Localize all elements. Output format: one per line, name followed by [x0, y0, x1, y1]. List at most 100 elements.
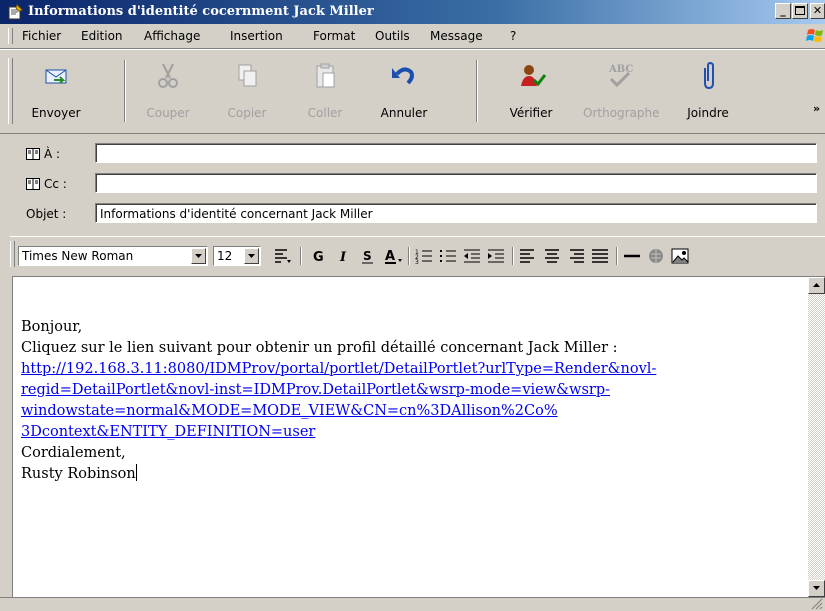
address-book-icon — [26, 178, 40, 190]
copy-button[interactable]: Copier — [210, 56, 284, 126]
send-icon — [45, 69, 67, 84]
minimize-button[interactable]: _ — [775, 3, 791, 19]
svg-text:A: A — [385, 249, 395, 264]
align-center-icon[interactable] — [542, 247, 562, 265]
toolbar-separator — [476, 60, 478, 122]
cut-button[interactable]: Couper — [131, 56, 205, 126]
scroll-up-button[interactable] — [808, 277, 825, 294]
arrow-down-icon — [813, 586, 820, 590]
toolbar-grip — [10, 241, 15, 267]
copy-icon — [238, 64, 257, 87]
scissors-icon — [158, 63, 178, 88]
font-family-value: Times New Roman — [22, 249, 134, 263]
menu-edition[interactable]: Edition — [81, 29, 123, 43]
attach-button[interactable]: Joindre — [671, 56, 745, 126]
insert-link-icon[interactable] — [646, 247, 666, 265]
new-message-icon — [8, 4, 23, 20]
windows-logo-icon — [806, 29, 823, 42]
undo-icon — [392, 67, 414, 85]
toolbar-separator — [124, 60, 126, 122]
menu-message[interactable]: Message — [430, 29, 483, 43]
text-cursor — [135, 464, 137, 481]
signature-line: Rusty Robinson — [21, 464, 791, 485]
horizontal-line-icon[interactable] — [622, 247, 642, 265]
toolbar-grip — [8, 58, 13, 124]
undo-button[interactable]: Annuler — [367, 56, 441, 126]
align-left-icon[interactable] — [518, 247, 538, 265]
menu-grip — [8, 28, 13, 44]
paste-label: Coller — [307, 106, 343, 120]
undo-label: Annuler — [380, 106, 428, 120]
subject-label: Objet : — [26, 207, 67, 221]
message-body-editor[interactable]: Bonjour, Cliquez sur le lien suivant pou… — [12, 276, 825, 597]
underline-icon[interactable]: S — [358, 247, 378, 265]
menu-affichage[interactable]: Affichage — [144, 29, 200, 43]
profile-link-line-1[interactable]: http://192.168.3.11:8080/IDMProv/portal/… — [21, 359, 791, 380]
send-label: Envoyer — [31, 106, 81, 120]
svg-text:3: 3 — [415, 259, 419, 265]
align-right-icon[interactable] — [566, 247, 586, 265]
address-book-icon — [26, 148, 40, 160]
italic-icon[interactable]: I — [334, 247, 354, 265]
bold-icon[interactable]: G — [308, 247, 328, 265]
cc-label-button[interactable]: Cc : — [26, 177, 67, 191]
menu-format[interactable]: Format — [313, 29, 355, 43]
chevron-down-icon[interactable] — [191, 248, 206, 264]
menu-insertion[interactable]: Insertion — [230, 29, 283, 43]
to-label-button[interactable]: À : — [26, 147, 60, 161]
toolbar-separator — [616, 247, 618, 265]
attach-label: Joindre — [687, 106, 729, 120]
send-button[interactable]: Envoyer — [19, 56, 93, 126]
message-body: Bonjour, Cliquez sur le lien suivant pou… — [21, 317, 791, 485]
to-label: À : — [44, 147, 61, 161]
svg-text:G: G — [313, 250, 324, 265]
font-size-select[interactable]: 12 — [213, 246, 261, 266]
check-names-label: Vérifier — [509, 106, 553, 120]
bulleted-list-icon[interactable] — [438, 247, 458, 265]
decrease-indent-icon[interactable] — [462, 247, 482, 265]
greeting-text: Bonjour, — [21, 319, 83, 335]
spelling-label: Orthographe — [583, 106, 660, 120]
profile-link-line-4[interactable]: 3Dcontext&ENTITY_DEFINITION=user — [21, 422, 791, 443]
font-family-select[interactable]: Times New Roman — [18, 246, 208, 266]
check-names-icon — [521, 65, 547, 87]
check-names-button[interactable]: Vérifier — [494, 56, 568, 126]
profile-link-line-3[interactable]: windowstate=normal&MODE=MODE_VIEW&CN=cn%… — [21, 401, 791, 422]
cut-label: Couper — [146, 106, 190, 120]
justify-icon[interactable] — [590, 247, 610, 265]
close-button[interactable]: ✕ — [810, 3, 825, 19]
standard-toolbar: Envoyer Couper Copier Coller Annuler Vér… — [0, 49, 825, 134]
svg-text:I: I — [339, 250, 347, 265]
to-field[interactable] — [95, 143, 817, 163]
paragraph-style-icon[interactable] — [272, 247, 292, 265]
cc-label: Cc : — [44, 177, 67, 191]
arrow-up-icon — [813, 283, 820, 287]
numbered-list-icon[interactable]: 123 — [414, 247, 434, 265]
insert-image-icon[interactable] — [670, 247, 690, 265]
status-bar — [0, 597, 825, 611]
paste-button[interactable]: Coller — [288, 56, 362, 126]
maximize-button[interactable] — [792, 3, 808, 19]
profile-link-line-2[interactable]: regid=DetailPortlet&novl-inst=IDMProv.De… — [21, 380, 791, 401]
spelling-button[interactable]: ABC Orthographe — [583, 56, 660, 126]
cc-field[interactable] — [95, 173, 817, 193]
menu-fichier[interactable]: Fichier — [22, 29, 61, 43]
menu-bar: Fichier Edition Affichage Insertion Form… — [0, 24, 825, 49]
menu-outils[interactable]: Outils — [375, 29, 410, 43]
paste-icon — [316, 63, 335, 88]
window-title: Informations d'identité cocernment Jack … — [28, 4, 374, 19]
resize-grip-icon[interactable] — [811, 598, 823, 610]
toolbar-overflow-chevron[interactable]: » — [813, 102, 820, 115]
title-bar[interactable]: Informations d'identité cocernment Jack … — [0, 0, 825, 24]
text-color-icon[interactable]: A — [382, 247, 402, 265]
scroll-down-button[interactable] — [808, 580, 825, 597]
menu-help[interactable]: ? — [510, 29, 516, 43]
copy-label: Copier — [227, 106, 267, 120]
svg-text:S: S — [363, 249, 372, 263]
font-size-value: 12 — [217, 249, 233, 263]
vertical-scrollbar[interactable] — [808, 277, 825, 597]
paperclip-icon — [704, 61, 714, 90]
increase-indent-icon[interactable] — [486, 247, 506, 265]
chevron-down-icon[interactable] — [244, 248, 259, 264]
subject-field[interactable]: Informations d'identité concernant Jack … — [95, 203, 817, 223]
